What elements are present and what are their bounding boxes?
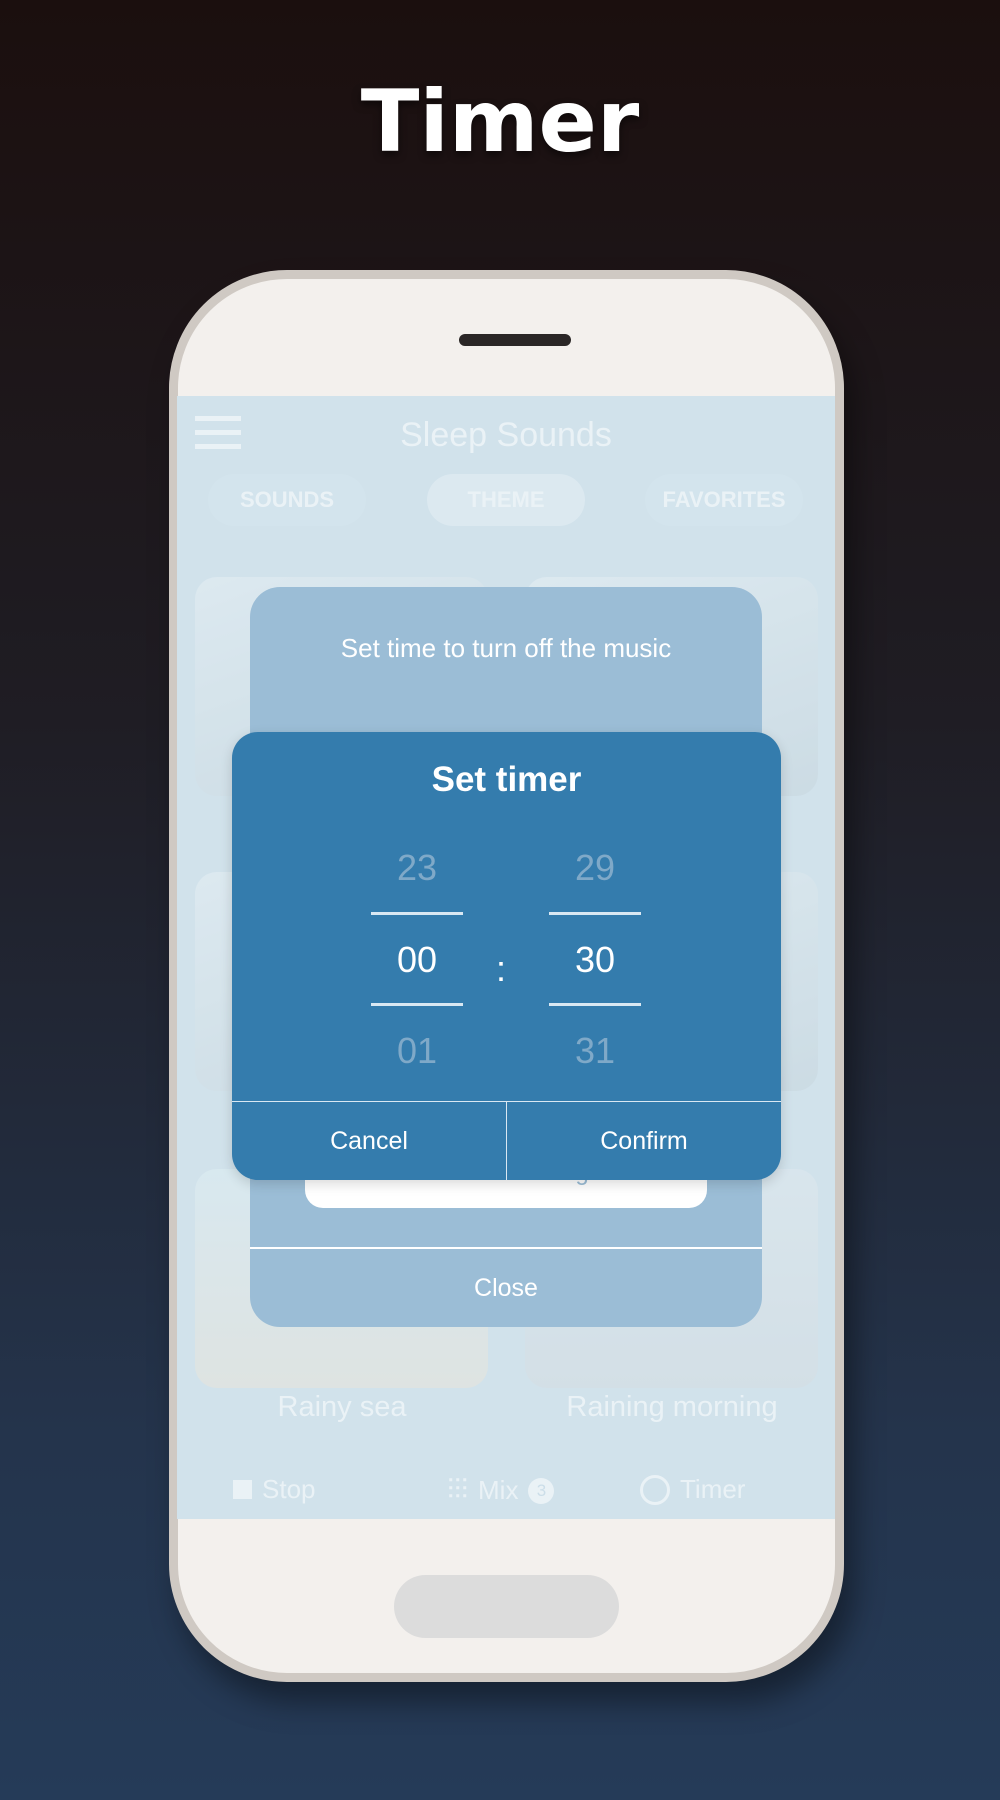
selection-line	[371, 1003, 463, 1006]
selection-line	[549, 912, 641, 915]
cancel-button[interactable]: Cancel	[232, 1102, 506, 1180]
close-button[interactable]: Close	[250, 1249, 762, 1327]
dialog-title: Set timer	[431, 760, 582, 799]
minute-prev[interactable]: 29	[549, 847, 641, 889]
minute-next[interactable]: 31	[549, 1030, 641, 1072]
set-timer-dialog: Set timer 23 00 01 : 29 30 31 Cancel Con…	[232, 732, 781, 1180]
dialog-subtitle: Set time to turn off the music	[340, 633, 672, 663]
hour-prev[interactable]: 23	[371, 847, 463, 889]
time-separator: :	[496, 948, 507, 989]
app-screen: Sleep Sounds SOUNDS THEME FAVORITES Rain…	[177, 396, 835, 1519]
hour-next[interactable]: 01	[371, 1030, 463, 1072]
confirm-button[interactable]: Confirm	[507, 1102, 781, 1180]
page-headline: Timer	[360, 72, 640, 172]
selection-line	[549, 1003, 641, 1006]
hour-selected[interactable]: 00	[371, 939, 463, 981]
phone-speaker	[459, 334, 571, 346]
minute-selected[interactable]: 30	[549, 939, 641, 981]
selection-line	[371, 912, 463, 915]
home-button[interactable]	[394, 1575, 619, 1638]
